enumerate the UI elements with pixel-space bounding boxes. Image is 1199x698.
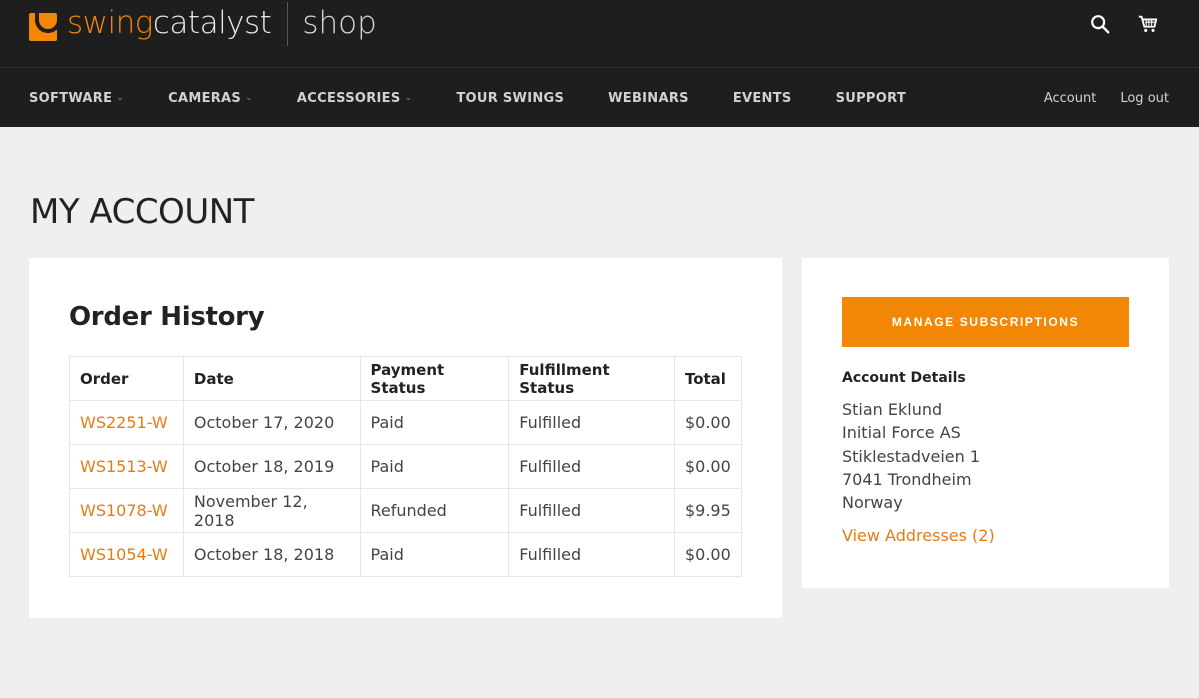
search-icon[interactable] [1089,13,1111,35]
main-nav: SOFTWARE ⌄ CAMERAS ⌄ ACCESSORIES ⌄ TOUR SWI… [0,67,1199,127]
top-header: swingcatalyst shop [0,0,1199,67]
fulfillment-status: Fulfilled [508,532,675,577]
address-line: Stian Eklund [842,400,943,419]
view-addresses-link[interactable]: View Addresses (2) [842,526,995,545]
order-link[interactable]: WS1513-W [80,457,168,476]
address-line: Initial Force AS [842,423,961,443]
table-row: WS1078-W November 12, 2018 Refunded Fulf… [69,488,743,533]
nav-item-support[interactable]: SUPPORT [836,91,906,106]
logout-link[interactable]: Log out [1120,91,1169,106]
manage-subscriptions-button[interactable]: MANAGE SUBSCRIPTIONS [842,297,1129,347]
chevron-down-icon: ⌄ [245,93,253,103]
order-date: October 18, 2018 [182,532,361,577]
nav-item-events[interactable]: EVENTS [733,91,792,106]
fulfillment-status: Fulfilled [508,444,675,489]
order-date: October 18, 2019 [182,444,361,489]
order-table: Order Date Payment Status Fulfillment St… [69,356,743,577]
order-total: $9.95 [673,488,743,533]
payment-status: Paid [359,400,510,445]
order-history-card: Order History Order Date Payment Status … [29,258,782,618]
table-row: WS2251-W October 17, 2020 Paid Fulfilled… [69,400,743,445]
cart-icon[interactable] [1137,13,1159,35]
logo-divider [287,1,289,46]
column-header-total: Total [673,356,743,401]
nav-item-cameras[interactable]: CAMERAS ⌄ [168,91,253,106]
table-row: WS1513-W October 18, 2019 Paid Fulfilled… [69,444,743,489]
account-details-label: Account Details [842,370,966,386]
column-header-date: Date [182,356,361,401]
order-date: November 12, 2018 [182,488,361,533]
order-total: $0.00 [673,444,743,489]
address-line: 7041 Trondheim [842,469,972,489]
payment-status: Paid [359,444,510,489]
account-address: Stian Eklund Initial Force AS Stiklestad… [842,398,980,514]
logo-text: swingcatalyst [67,5,272,41]
order-link[interactable]: WS1078-W [80,501,168,520]
order-date: October 17, 2020 [182,400,361,445]
address-line: Stiklestadveien 1 [842,446,981,466]
fulfillment-status: Fulfilled [508,400,675,445]
account-sidebar-card: MANAGE SUBSCRIPTIONS Account Details Sti… [802,258,1169,588]
order-total: $0.00 [673,532,743,577]
order-link[interactable]: WS1054-W [80,545,168,564]
column-header-payment-status: Payment Status [359,356,510,401]
logo-mark-icon [29,7,63,41]
order-total: $0.00 [673,400,743,445]
order-history-title: Order History [69,302,265,332]
payment-status: Refunded [359,488,510,533]
page-title: MY ACCOUNT [30,192,254,232]
column-header-fulfillment-status: Fulfillment Status [508,356,675,401]
payment-status: Paid [359,532,510,577]
order-link[interactable]: WS2251-W [80,413,168,432]
nav-item-webinars[interactable]: WEBINARS [608,91,689,106]
nav-item-tour-swings[interactable]: TOUR SWINGS [456,91,564,106]
column-header-order: Order [69,356,184,401]
logo-shop-label: shop [302,5,377,41]
table-row: WS1054-W October 18, 2018 Paid Fulfilled… [69,532,743,577]
address-line: Norway [842,493,903,513]
swingcatalyst-logo[interactable]: swingcatalyst shop [29,0,377,47]
account-link[interactable]: Account [1044,91,1097,106]
table-header-row: Order Date Payment Status Fulfillment St… [69,356,743,401]
nav-item-accessories[interactable]: ACCESSORIES ⌄ [297,91,412,106]
chevron-down-icon: ⌄ [404,93,413,103]
fulfillment-status: Fulfilled [508,488,675,533]
chevron-down-icon: ⌄ [116,93,125,103]
nav-item-software[interactable]: SOFTWARE ⌄ [29,91,124,106]
